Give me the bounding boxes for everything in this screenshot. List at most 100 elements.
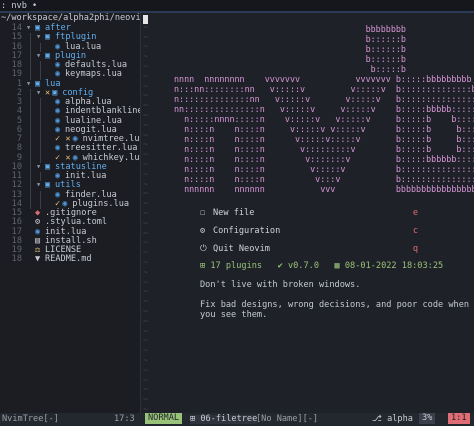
tree-status-name: NvimTree[-] [2,414,59,424]
tree-status-pos: 17:3 [114,414,135,424]
logo-line: b::::::b [174,54,406,64]
chevron-down-icon[interactable]: ▾ [26,79,31,89]
tilde-marker: ~ [143,356,149,366]
indent-guide [30,144,31,154]
buffer-name: [No Name][-] [256,414,319,424]
scroll-percent: 3% [419,413,436,424]
tree-item-label: keymaps.lua [65,69,122,80]
gear-icon: ⚙ [200,226,206,236]
logo-line: b::::::b [174,44,406,54]
new-file-icon: ☐ [200,208,206,218]
quote-line: you see them. [200,310,268,320]
tree-row[interactable]: 18 ▼ README.md [0,254,140,265]
tilde-marker: ~ [143,22,149,33]
logo-line: bbbbbbbb [174,24,406,34]
indent-guide [40,125,41,135]
tilde-marker: ~ [143,267,149,278]
nvb-ascii-logo: bbbbbbbb b::::::b b::::::b b::::::b b:::… [174,24,474,194]
shortcut-key: q [412,244,418,254]
indent-guide [30,42,31,52]
indent-guide [30,153,31,163]
tilde-marker: ~ [143,365,149,376]
indent-guide [30,61,31,71]
logo-line: n:::nn::::::::nn v:::::v v:::::v b::::::… [174,84,474,94]
logo-line: n::::::::::::::nn v:::::v v:::::v b:::::… [174,94,474,104]
indent-guide [30,51,31,61]
nvim-tree-panel[interactable]: ~/workspace/alpha2phi/neovi 14 ▾ ▣ after 15 ▾… [0,13,140,413]
tab-nvb[interactable]: : nvb • [1,1,37,11]
indent-guide [30,98,31,108]
dashboard-stats: ⊞ 17 plugins ✔ v0.7.0 ▦ 08-01-2022 18:03… [200,261,444,271]
chevron-down-icon[interactable]: ▾ [36,32,41,42]
indent-guide [30,33,31,43]
tilde-marker: ~ [143,307,149,317]
chevron-down-icon[interactable]: ▾ [36,51,41,61]
quote-line: Fix bad designs, wrong decisions, and po… [200,300,470,310]
logo-line: n::::n n::::n v:::v b:::::::::::::::b [174,174,474,184]
folder-icon: ▣ [45,50,51,61]
dashboard-button-label: Quit Neovim [213,244,270,254]
indent-guide [40,116,41,126]
logo-line: n::::n n::::n v:::::v:::::v b:::::b b:::… [174,134,474,144]
dashboard-button-c[interactable]: ⚙ Configuration c [200,226,470,238]
tilde-marker: ~ [143,62,149,72]
statusline: NvimTree[-] 17:3 NORMAL ⊞ 06-filetree [N… [0,413,474,426]
cursor-position: 1:1 [448,413,470,424]
indent-guide [30,199,31,209]
git-branch: ⎇ alpha [372,414,413,424]
folder-icon: ▣ [45,180,51,191]
tilde-marker: ~ [143,111,149,121]
indent-guide [30,125,31,135]
dashboard-button-e[interactable]: ☐ New file e [200,208,470,220]
tabline: : nvb • [0,0,474,13]
window-separator [140,13,141,413]
folder-icon: ▣ [45,161,51,172]
tree-item-label: README.md [45,254,92,265]
line-number: 18 [11,254,22,265]
tree-root-path: ~/workspace/alpha2phi/neovi [1,13,140,23]
logo-line: nn:::::::::::::::n v:::::v v:::::v b::::… [174,104,474,114]
dashboard-button-label: Configuration [213,226,281,236]
tilde-marker: ~ [143,209,149,219]
quote-line: Don't live with broken windows. [200,280,361,290]
logo-line: n::::n n::::n v:::::::v b:::::bbbbbb::::… [174,154,474,164]
mode-indicator: NORMAL [145,413,183,424]
indent-guide [30,135,31,145]
tilde-marker: ~ [143,160,149,170]
tilde-marker: ~ [143,120,149,131]
logo-line: n:::::nnnn:::::n v:::::v v:::::v b:::::b… [174,114,474,124]
tilde-marker: ~ [143,316,149,327]
tilde-marker: ~ [143,71,149,82]
chevron-down-icon[interactable]: ▾ [36,180,41,190]
git-status-icon: ✕ [45,87,51,98]
logo-line: nnnn nnnnnnnn vvvvvvv vvvvvvv b:::::bbbb… [174,74,472,84]
indent-guide [40,70,41,80]
indent-guide [40,61,41,71]
markdown-icon: ▼ [35,254,41,265]
logo-line: nnnnnn nnnnnn vvv bbbbbbbbbbbbbbbb [174,184,474,194]
power-icon: ⏻ [200,244,207,254]
indent-guide [40,135,41,145]
shortcut-key: e [412,208,418,218]
indent-guide [40,107,41,117]
indent-guide [30,162,31,172]
indent-guide [40,144,41,154]
session-name: ⊞ 06-filetree [190,414,258,425]
logo-line: b:::::b [174,64,406,74]
indent-guide [30,190,31,200]
indent-guide [40,98,41,108]
folder-icon: ▣ [45,32,51,43]
logo-line: n::::n n::::n v:::::v b::::::::::::::::b [174,164,474,174]
indent-guide [30,116,31,126]
chevron-down-icon[interactable]: ▾ [36,162,41,172]
tilde-marker: ~ [143,258,149,268]
logo-line: n::::n n::::n v:::::::::v b:::::b b:::::… [174,144,474,154]
dashboard-button-q[interactable]: ⏻ Quit Neovim q [200,244,470,256]
indent-guide [40,190,41,200]
chevron-down-icon[interactable]: ▾ [36,88,41,98]
indent-guide [30,181,31,191]
chevron-down-icon[interactable]: ▾ [26,23,31,33]
logo-line: n::::n n::::n v:::::v v:::::v b:::::b b:… [174,124,474,134]
tilde-marker: ~ [143,218,149,229]
indent-guide [30,172,31,182]
